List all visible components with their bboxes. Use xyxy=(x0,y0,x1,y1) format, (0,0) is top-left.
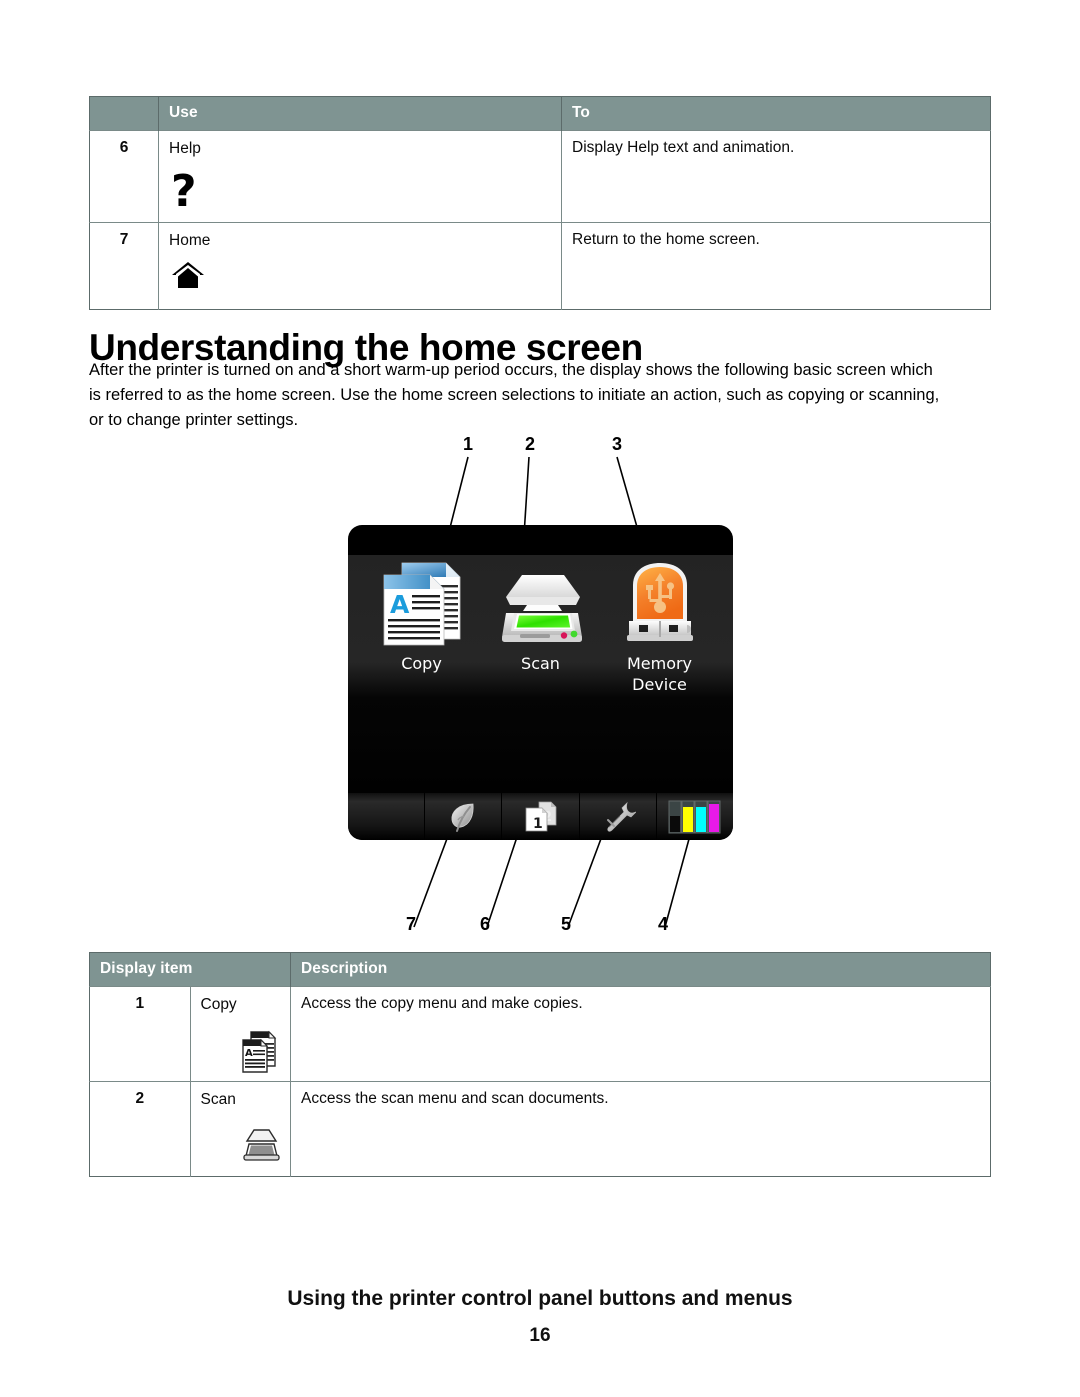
row-item-cell: Copy A xyxy=(190,986,291,1082)
paragraph-line: After the printer is turned on and a sho… xyxy=(89,361,933,379)
row-use-cell: Home xyxy=(158,222,562,310)
row-item-label: Scan xyxy=(200,1091,236,1108)
column-header-description: Description xyxy=(290,952,991,987)
home-item-copy[interactable]: A Copy xyxy=(366,555,478,674)
table-row: 7 Home Return to the home screen. xyxy=(89,222,991,310)
row-description: Return to the home screen. xyxy=(561,222,991,310)
svg-text:?: ? xyxy=(171,172,197,216)
column-header-use: Use xyxy=(158,96,562,131)
home-screen-figure: 1 2 3 7 6 5 4 A Copy Scan Memory Device … xyxy=(340,432,740,934)
row-item-label: Copy xyxy=(200,996,237,1013)
callout-2: 2 xyxy=(525,434,536,454)
table-header-row: Display item Description xyxy=(89,952,991,987)
callout-6: 6 xyxy=(480,914,491,934)
table-header-row: Use To xyxy=(89,96,991,131)
scanner-icon xyxy=(492,555,590,649)
toolbar-button-setup[interactable] xyxy=(580,793,657,840)
home-item-scan[interactable]: Scan xyxy=(485,555,597,674)
two-sided-1-2-icon: 2 1 xyxy=(525,801,556,832)
home-screen-icons: A Copy Scan Memory Device xyxy=(348,555,733,785)
home-item-memory-device[interactable]: Memory Device xyxy=(604,555,716,695)
column-header-to: To xyxy=(561,96,991,131)
row-use-cell: Help ? xyxy=(158,129,562,223)
wrench-setup-icon xyxy=(606,801,636,832)
row-use-label: Home xyxy=(169,232,211,250)
svg-text:A: A xyxy=(390,590,410,619)
row-index: 6 xyxy=(89,129,159,223)
table-row: 6 Help ? Display Help text and animation… xyxy=(89,129,991,223)
help-question-mark-icon: ? xyxy=(169,166,561,217)
table-row: 2 Scan Access the scan menu and scan doc… xyxy=(89,1081,991,1177)
toolbar-button-two-sided[interactable]: 2 1 xyxy=(502,793,580,840)
copy-document-icon: A xyxy=(374,555,470,649)
copy-document-icon: A xyxy=(201,1030,291,1074)
callout-7: 7 xyxy=(406,914,417,934)
page-digit-1: 1 xyxy=(533,816,543,832)
row-use-label: Help xyxy=(169,140,201,157)
display-items-table: Display item Description 1 Copy A Access… xyxy=(89,952,991,1177)
callout-1: 1 xyxy=(463,434,474,454)
page-number: 16 xyxy=(529,1325,551,1346)
row-index: 1 xyxy=(89,986,191,1082)
callout-3: 3 xyxy=(612,434,623,454)
column-header-display-item: Display item xyxy=(89,952,291,987)
paragraph-line: is referred to as the home screen. Use t… xyxy=(89,386,940,404)
toolbar-button-ink-levels[interactable] xyxy=(657,793,733,840)
footer-section-title: Using the printer control panel buttons … xyxy=(287,1287,793,1310)
paragraph-line: or to change printer settings. xyxy=(89,411,299,429)
home-icon xyxy=(169,259,561,303)
toolbar-cell-empty-left xyxy=(348,793,426,840)
row-index: 7 xyxy=(89,222,159,310)
callout-4: 4 xyxy=(658,914,669,934)
home-item-label-memory-device: Memory Device xyxy=(626,654,693,694)
scanner-icon xyxy=(201,1125,291,1169)
intro-paragraph: After the printer is turned on and a sho… xyxy=(89,358,994,433)
table-row: 1 Copy A Access the copy menu and make c… xyxy=(89,986,991,1082)
row-item-cell: Scan xyxy=(190,1081,291,1177)
callout-5: 5 xyxy=(561,914,572,934)
row-index: 2 xyxy=(89,1081,191,1177)
usb-memory-device-icon xyxy=(617,555,703,649)
eco-leaf-icon xyxy=(451,803,474,832)
ink-levels-icon xyxy=(668,800,721,833)
row-description: Access the scan menu and scan documents. xyxy=(290,1081,991,1177)
row-description: Access the copy menu and make copies. xyxy=(290,986,991,1082)
printer-display-panel: A Copy Scan Memory Device 2 1 xyxy=(348,525,733,840)
home-item-label-scan: Scan xyxy=(521,654,560,673)
column-header-index xyxy=(89,96,159,131)
home-item-label-copy: Copy xyxy=(401,654,442,673)
display-bottom-toolbar: 2 1 xyxy=(348,793,733,840)
control-panel-buttons-table: Use To 6 Help ? Display Help text and an… xyxy=(89,96,991,310)
toolbar-button-eco-mode[interactable] xyxy=(425,793,503,840)
svg-text:A: A xyxy=(245,1048,253,1059)
row-description: Display Help text and animation. xyxy=(561,129,991,223)
